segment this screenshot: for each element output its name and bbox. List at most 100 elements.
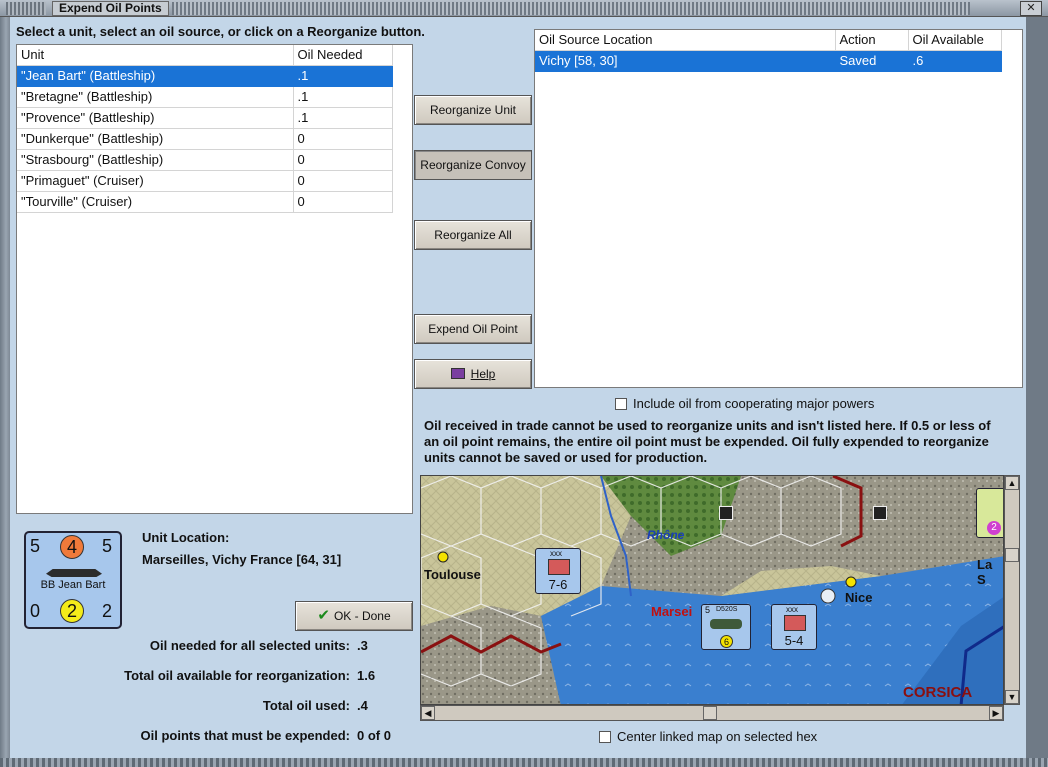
map-vertical-scrollbar[interactable]: ▲ ▼ — [1004, 475, 1020, 705]
reorganize-unit-button[interactable]: Reorganize Unit — [414, 95, 532, 125]
table-row[interactable]: "Provence" (Battleship) .1 — [17, 107, 393, 129]
column-header-oil-available[interactable]: Oil Available — [908, 30, 1002, 51]
map-unit-counter[interactable]: xxx 5-4 — [771, 604, 817, 650]
help-label: Help — [470, 367, 496, 381]
unit-cell: "Strasbourg" (Battleship) — [17, 149, 294, 171]
window-title: Expend Oil Points — [52, 1, 169, 16]
unit-cell: "Jean Bart" (Battleship) — [17, 65, 294, 87]
counter-movement-value: 5 — [102, 536, 113, 556]
table-row[interactable]: "Primaguet" (Cruiser) 0 — [17, 170, 393, 192]
linked-map[interactable]: Toulouse Rhône Marsei Nice La S CORSICA … — [420, 475, 1004, 705]
book-icon — [450, 368, 465, 379]
window-menu-icon[interactable] — [6, 2, 46, 15]
armor-icon — [548, 559, 570, 575]
unit-cell: "Bretagne" (Battleship) — [17, 86, 294, 108]
scroll-thumb[interactable] — [703, 706, 717, 720]
infantry-icon — [784, 615, 806, 631]
oil-source-location-cell: Vichy [58, 30] — [535, 50, 836, 72]
reorganize-unit-label: Reorganize Unit — [429, 103, 517, 117]
units-table-panel: Unit Oil Needed "Jean Bart" (Battleship)… — [16, 44, 413, 514]
oil-needed-cell: 0 — [293, 170, 393, 192]
map-label-corsica: CORSICA — [903, 684, 973, 701]
map-label-rhone: Rhône — [647, 528, 685, 542]
table-row[interactable]: "Bretagne" (Battleship) .1 — [17, 86, 393, 108]
factory-icon — [873, 506, 887, 520]
reorganize-convoy-button[interactable]: Reorganize Convoy — [414, 150, 532, 180]
counter-attack-value: 5 — [30, 536, 41, 556]
oil-needed-cell: 0 — [293, 128, 393, 150]
map-unit-counter[interactable]: xxx 7-6 — [535, 548, 581, 594]
column-header-oil-needed[interactable]: Oil Needed — [293, 45, 393, 66]
oil-needed-label: Oil needed for all selected units: — [149, 638, 350, 653]
table-row[interactable]: "Jean Bart" (Battleship) .1 — [17, 65, 393, 87]
map-unit-counter[interactable]: 2 — [976, 488, 1003, 538]
map-label-la-s: La S — [977, 557, 993, 587]
center-map-checkbox[interactable] — [599, 731, 611, 743]
map-unit-value: 2 — [987, 521, 1001, 535]
scroll-down-arrow[interactable]: ▼ — [1005, 690, 1019, 704]
total-oil-available-label: Total oil available for reorganization: — [124, 668, 350, 683]
map-unit-counter[interactable]: 5 D520S 6 — [701, 604, 751, 650]
map-horizontal-scrollbar[interactable]: ◀ ▶ — [420, 705, 1004, 721]
help-button[interactable]: Help — [414, 359, 532, 389]
map-label-marseilles: Marsei — [651, 604, 693, 619]
oil-points-expended-label: Oil points that must be expended: — [140, 728, 350, 743]
counter-unit-name: BB Jean Bart — [40, 579, 106, 591]
total-oil-used-value: .4 — [357, 698, 368, 713]
expend-oil-point-label: Expend Oil Point — [428, 322, 518, 336]
factory-icon — [719, 506, 733, 520]
map-unit-strength: 5 — [705, 605, 711, 615]
column-header-unit[interactable]: Unit — [17, 45, 294, 66]
column-header-oil-source-location[interactable]: Oil Source Location — [535, 30, 836, 51]
window-bottom-border — [0, 758, 1048, 767]
scroll-left-arrow[interactable]: ◀ — [421, 706, 435, 720]
fighter-plane-icon — [710, 619, 742, 629]
map-unit-value: 5-4 — [784, 633, 804, 648]
table-row[interactable]: Vichy [58, 30] Saved .6 — [535, 50, 1002, 72]
unit-cell: "Primaguet" (Cruiser) — [17, 170, 294, 192]
map-label-toulouse: Toulouse — [424, 567, 481, 582]
reorganize-convoy-label: Reorganize Convoy — [420, 158, 526, 172]
scroll-right-arrow[interactable]: ▶ — [989, 706, 1003, 720]
unit-cell: "Dunkerque" (Battleship) — [17, 128, 294, 150]
action-cell: Saved — [835, 50, 909, 72]
oil-needed-cell: .1 — [293, 107, 393, 129]
expend-oil-point-button[interactable]: Expend Oil Point — [414, 314, 532, 344]
counter-bottom-right-value: 2 — [102, 601, 113, 621]
reorganize-all-button[interactable]: Reorganize All — [414, 220, 532, 250]
unit-location-label: Unit Location: — [142, 530, 230, 545]
ok-done-label: OK - Done — [333, 609, 391, 623]
map-unit-size: xxx — [550, 549, 562, 558]
title-bar-ridges — [172, 2, 970, 15]
ok-done-button[interactable]: ✔ OK - Done — [295, 601, 413, 631]
units-table: Unit Oil Needed "Jean Bart" (Battleship)… — [17, 45, 393, 213]
table-row[interactable]: "Strasbourg" (Battleship) 0 — [17, 149, 393, 171]
table-row[interactable]: "Tourville" (Cruiser) 0 — [17, 191, 393, 213]
reorganize-all-label: Reorganize All — [434, 228, 512, 242]
oil-trade-note: Oil received in trade cannot be used to … — [424, 418, 991, 465]
unit-location-value: Marseilles, Vichy France [64, 31] — [142, 552, 342, 567]
table-row[interactable]: "Dunkerque" (Battleship) 0 — [17, 128, 393, 150]
cooperating-powers-checkbox[interactable] — [615, 398, 627, 410]
center-map-label: Center linked map on selected hex — [617, 729, 818, 744]
oil-needed-cell: .1 — [293, 86, 393, 108]
oil-sources-table: Oil Source Location Action Oil Available… — [535, 30, 1002, 72]
close-button[interactable]: ✕ — [1020, 1, 1042, 16]
scroll-thumb[interactable] — [1005, 548, 1019, 562]
total-oil-used-label: Total oil used: — [262, 698, 350, 713]
column-header-action[interactable]: Action — [835, 30, 909, 51]
map-terrain — [421, 476, 1003, 704]
scroll-up-arrow[interactable]: ▲ — [1005, 476, 1019, 490]
map-unit-type: D520S — [716, 606, 738, 613]
oil-needed-cell: 0 — [293, 191, 393, 213]
battleship-icon — [46, 569, 102, 577]
oil-points-expended-value: 0 of 0 — [357, 728, 391, 743]
oil-needed-cell: .1 — [293, 65, 393, 87]
map-unit-range: 6 — [720, 635, 733, 648]
title-bar[interactable]: Expend Oil Points ✕ — [0, 0, 1048, 17]
counter-defense-value: 4 — [60, 535, 84, 559]
oil-sources-panel: Oil Source Location Action Oil Available… — [534, 29, 1023, 388]
map-unit-size: xxx — [786, 605, 798, 614]
map-unit-value: 7-6 — [548, 577, 568, 592]
unit-counter: 5 4 5 BB Jean Bart 0 2 2 — [24, 531, 122, 629]
